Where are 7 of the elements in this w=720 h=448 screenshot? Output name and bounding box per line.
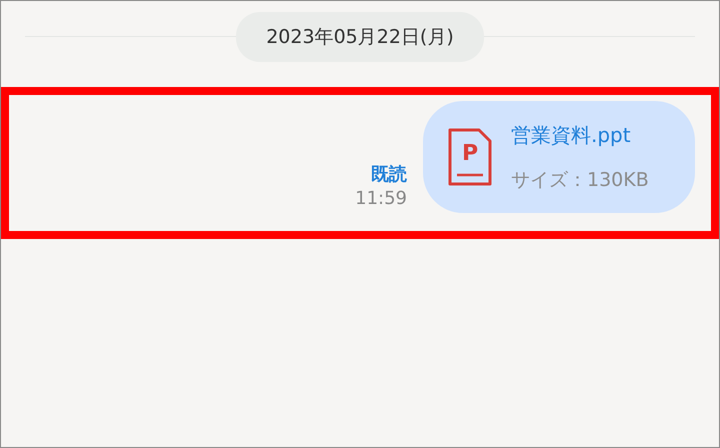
date-separator: 2023年05月22日(月) xyxy=(236,12,484,62)
file-name[interactable]: 営業資料.ppt xyxy=(511,122,649,148)
file-icon: P xyxy=(447,127,493,187)
message-time: 11:59 xyxy=(355,188,407,209)
file-size: サイズ：130KB xyxy=(511,168,649,192)
read-status: 既読 xyxy=(371,163,407,186)
file-message-bubble[interactable]: P 営業資料.ppt サイズ：130KB xyxy=(423,101,695,213)
